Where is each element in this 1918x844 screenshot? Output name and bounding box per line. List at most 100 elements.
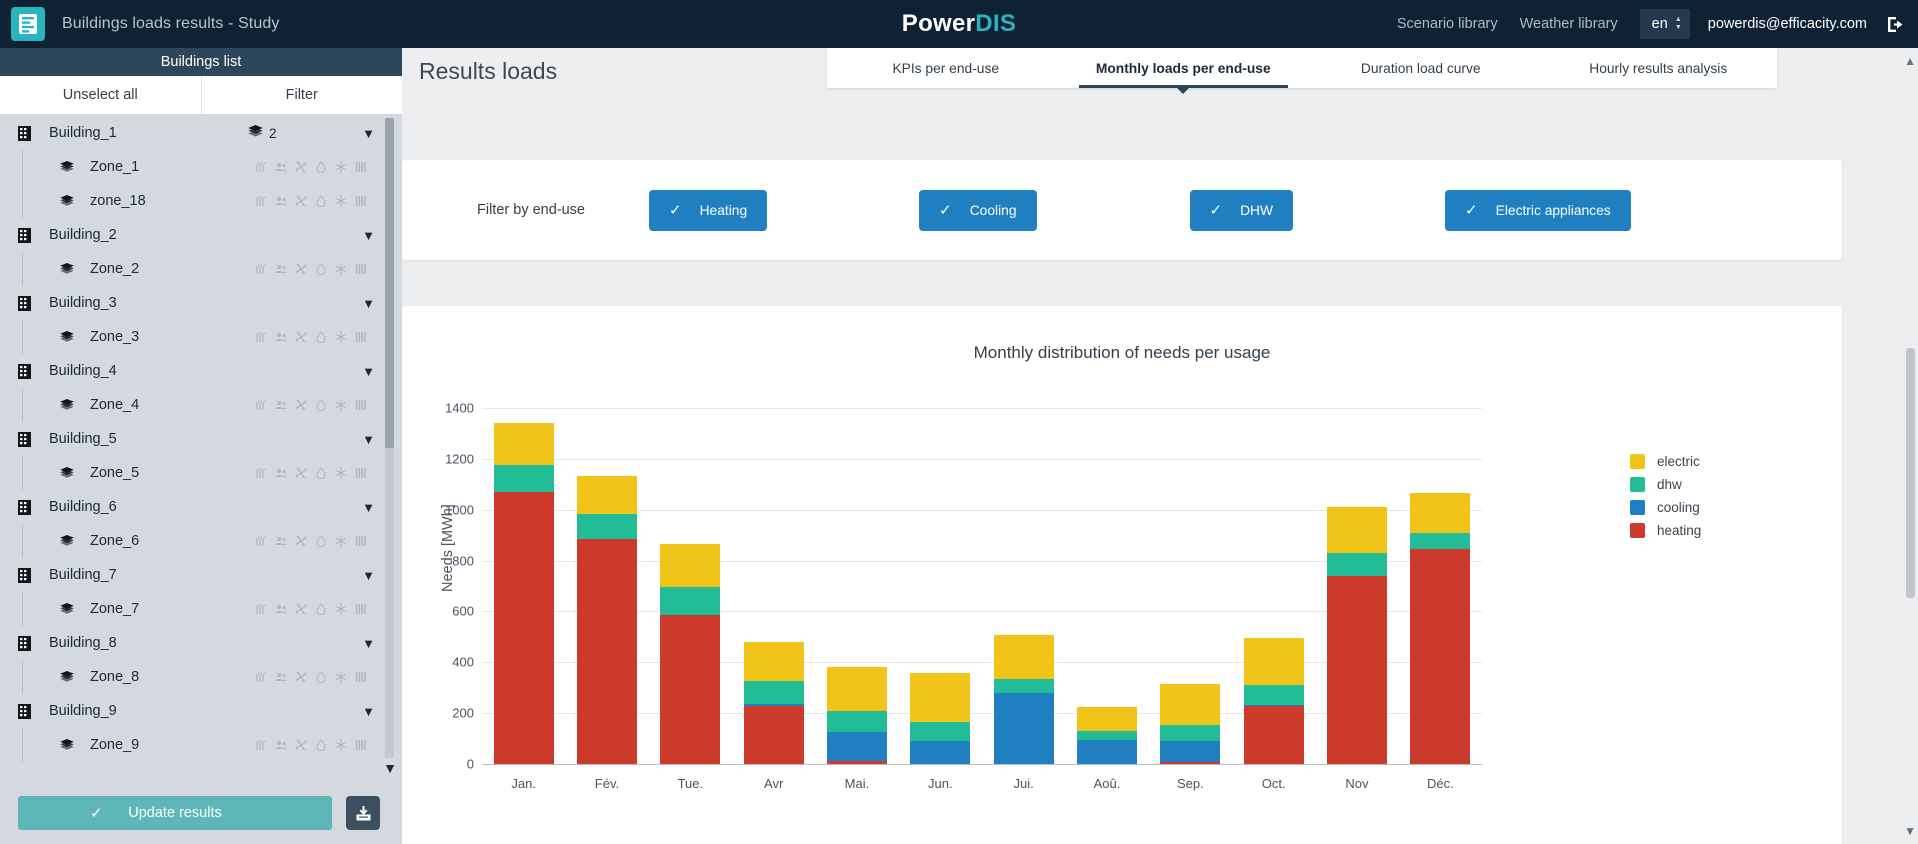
bar-group[interactable]: [910, 408, 971, 764]
tab-duration-load-curve[interactable]: Duration load curve: [1302, 48, 1540, 88]
unselect-all-button[interactable]: Unselect all: [0, 76, 201, 114]
building-row[interactable]: Building_1 2 ▼: [0, 116, 402, 150]
bar-group[interactable]: [660, 408, 721, 764]
zone-row[interactable]: Zone_2: [0, 252, 402, 286]
bar-group[interactable]: [1160, 408, 1221, 764]
heating-icon[interactable]: [255, 467, 267, 479]
filter-button[interactable]: Filter: [200, 76, 403, 114]
occupancy-icon[interactable]: [275, 331, 287, 343]
cooling-icon[interactable]: [295, 195, 307, 207]
building-row[interactable]: Building_7 ▼: [0, 558, 402, 592]
cooling-icon[interactable]: [295, 399, 307, 411]
bar-group[interactable]: [1243, 408, 1304, 764]
dhw-icon[interactable]: [315, 535, 327, 547]
dhw-icon[interactable]: [315, 603, 327, 615]
bar-group[interactable]: [993, 408, 1054, 764]
lighting-icon[interactable]: [355, 467, 367, 479]
dhw-icon[interactable]: [315, 671, 327, 683]
heating-icon[interactable]: [255, 739, 267, 751]
cooling-icon[interactable]: [295, 161, 307, 173]
snowflake-icon[interactable]: [335, 331, 347, 343]
page-scroll-down-icon[interactable]: ▼: [1904, 824, 1916, 838]
zone-row[interactable]: Zone_1: [0, 150, 402, 184]
legend-item[interactable]: cooling: [1630, 500, 1701, 515]
lighting-icon[interactable]: [355, 263, 367, 275]
page-scrollbar-track[interactable]: ▲ ▼: [1902, 48, 1918, 844]
building-row[interactable]: Building_2 ▼: [0, 218, 402, 252]
cooling-icon[interactable]: [295, 467, 307, 479]
lighting-icon[interactable]: [355, 195, 367, 207]
zone-row[interactable]: Zone_7: [0, 592, 402, 626]
chevron-down-icon[interactable]: ▼: [362, 568, 375, 583]
heating-icon[interactable]: [255, 603, 267, 615]
bar-group[interactable]: [1327, 408, 1387, 764]
snowflake-icon[interactable]: [335, 161, 347, 173]
zone-row[interactable]: Zone_4: [0, 388, 402, 422]
bar-group[interactable]: [743, 408, 804, 764]
bar-group[interactable]: [577, 408, 637, 764]
building-row[interactable]: Building_3 ▼: [0, 286, 402, 320]
zone-row[interactable]: Zone_3: [0, 320, 402, 354]
occupancy-icon[interactable]: [275, 603, 287, 615]
zone-row[interactable]: Zone_8: [0, 660, 402, 694]
cooling-icon[interactable]: [295, 331, 307, 343]
cooling-icon[interactable]: [295, 671, 307, 683]
chevron-down-icon[interactable]: ▼: [362, 296, 375, 311]
page-scroll-up-icon[interactable]: ▲: [1904, 54, 1916, 68]
end-use-chip-electric-appliances[interactable]: ✓ Electric appliances: [1445, 189, 1631, 231]
occupancy-icon[interactable]: [275, 399, 287, 411]
end-use-chip-cooling[interactable]: ✓ Cooling: [919, 189, 1037, 231]
heating-icon[interactable]: [255, 195, 267, 207]
bar-group[interactable]: [1077, 408, 1137, 764]
heating-icon[interactable]: [255, 399, 267, 411]
cooling-icon[interactable]: [295, 535, 307, 547]
end-use-chip-heating[interactable]: ✓ Heating: [649, 189, 768, 231]
dhw-icon[interactable]: [315, 195, 327, 207]
logout-icon[interactable]: [1887, 16, 1904, 33]
occupancy-icon[interactable]: [275, 195, 287, 207]
bar-group[interactable]: [1410, 408, 1471, 764]
snowflake-icon[interactable]: [335, 399, 347, 411]
occupancy-icon[interactable]: [275, 671, 287, 683]
cooling-icon[interactable]: [295, 603, 307, 615]
legend-item[interactable]: dhw: [1630, 477, 1701, 492]
lighting-icon[interactable]: [355, 331, 367, 343]
snowflake-icon[interactable]: [335, 671, 347, 683]
zone-row[interactable]: Zone_6: [0, 524, 402, 558]
building-row[interactable]: Building_8 ▼: [0, 626, 402, 660]
legend-item[interactable]: electric: [1630, 454, 1701, 469]
scroll-down-caret[interactable]: ▼: [383, 760, 397, 776]
lighting-icon[interactable]: [355, 739, 367, 751]
heating-icon[interactable]: [255, 331, 267, 343]
dhw-icon[interactable]: [315, 263, 327, 275]
dhw-icon[interactable]: [315, 331, 327, 343]
download-button[interactable]: [346, 796, 380, 830]
cooling-icon[interactable]: [295, 263, 307, 275]
chevron-down-icon[interactable]: ▼: [362, 500, 375, 515]
occupancy-icon[interactable]: [275, 263, 287, 275]
heating-icon[interactable]: [255, 671, 267, 683]
chevron-down-icon[interactable]: ▼: [362, 432, 375, 447]
lighting-icon[interactable]: [355, 399, 367, 411]
lighting-icon[interactable]: [355, 671, 367, 683]
tab-monthly-loads-per-end-use[interactable]: Monthly loads per end-use: [1065, 48, 1303, 94]
heating-icon[interactable]: [255, 161, 267, 173]
snowflake-icon[interactable]: [335, 739, 347, 751]
chevron-down-icon[interactable]: ▼: [362, 228, 375, 243]
scenario-library-link[interactable]: Scenario library: [1397, 16, 1498, 32]
zone-row[interactable]: Zone_5: [0, 456, 402, 490]
dhw-icon[interactable]: [315, 399, 327, 411]
tab-kpis-per-end-use[interactable]: KPIs per end-use: [827, 48, 1065, 88]
page-scrollbar-thumb[interactable]: [1906, 348, 1915, 598]
occupancy-icon[interactable]: [275, 739, 287, 751]
heating-icon[interactable]: [255, 263, 267, 275]
heating-icon[interactable]: [255, 535, 267, 547]
language-select[interactable]: en ▲ ▼: [1639, 9, 1690, 39]
chevron-down-icon[interactable]: ▼: [362, 704, 375, 719]
zone-row[interactable]: zone_18: [0, 184, 402, 218]
bar-group[interactable]: [827, 408, 887, 764]
building-row[interactable]: Building_9 ▼: [0, 694, 402, 728]
cooling-icon[interactable]: [295, 739, 307, 751]
dhw-icon[interactable]: [315, 161, 327, 173]
snowflake-icon[interactable]: [335, 467, 347, 479]
